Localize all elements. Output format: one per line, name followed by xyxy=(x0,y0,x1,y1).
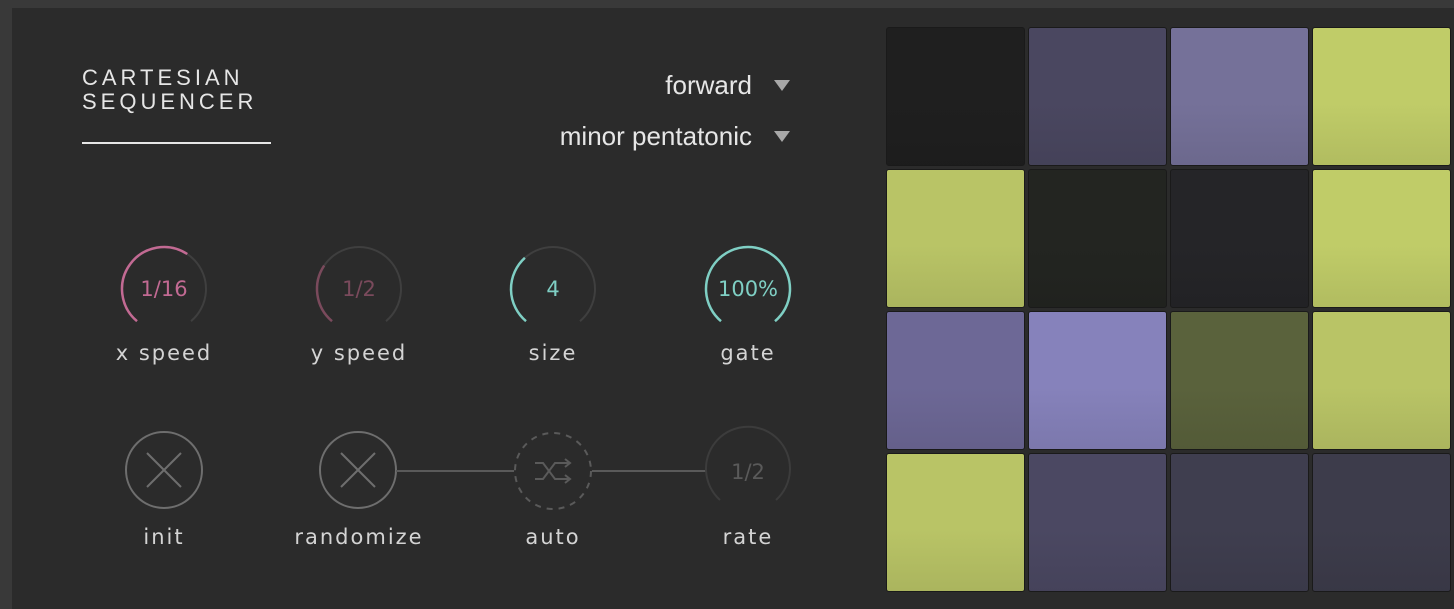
size-label: size xyxy=(528,341,578,365)
auto-label: auto xyxy=(525,525,581,549)
grid-cell[interactable] xyxy=(886,453,1025,592)
gate-label: gate xyxy=(720,341,776,365)
grid-cell[interactable] xyxy=(1170,453,1309,592)
grid-cell[interactable] xyxy=(1028,27,1167,166)
grid-cell[interactable] xyxy=(886,169,1025,308)
grid-cell[interactable] xyxy=(1312,169,1451,308)
grid-cell[interactable] xyxy=(886,311,1025,450)
grid-cell[interactable] xyxy=(1312,27,1451,166)
randomize-button[interactable] xyxy=(318,430,398,510)
grid-cell[interactable] xyxy=(1170,311,1309,450)
grid-cell[interactable] xyxy=(1170,169,1309,308)
grid-cell[interactable] xyxy=(1170,27,1309,166)
grid-cell[interactable] xyxy=(1028,169,1167,308)
grid-cell[interactable] xyxy=(886,27,1025,166)
size-knob[interactable] xyxy=(508,244,598,334)
grid-cell[interactable] xyxy=(1312,311,1451,450)
step-grid xyxy=(886,27,1454,597)
auto-toggle[interactable] xyxy=(513,431,593,511)
y-speed-knob[interactable] xyxy=(314,244,404,334)
rate-label: rate xyxy=(722,525,774,549)
grid-cell[interactable] xyxy=(1028,453,1167,592)
gate-knob[interactable] xyxy=(703,244,793,334)
grid-cell[interactable] xyxy=(1028,311,1167,450)
init-label: init xyxy=(143,525,185,549)
x-speed-label: x speed xyxy=(115,341,213,365)
x-speed-knob[interactable] xyxy=(119,244,209,334)
y-speed-label: y speed xyxy=(310,341,408,365)
randomize-label: randomize xyxy=(294,525,424,549)
grid-cell[interactable] xyxy=(1312,453,1451,592)
rate-value: 1/2 xyxy=(731,460,765,484)
init-button[interactable] xyxy=(124,430,204,510)
